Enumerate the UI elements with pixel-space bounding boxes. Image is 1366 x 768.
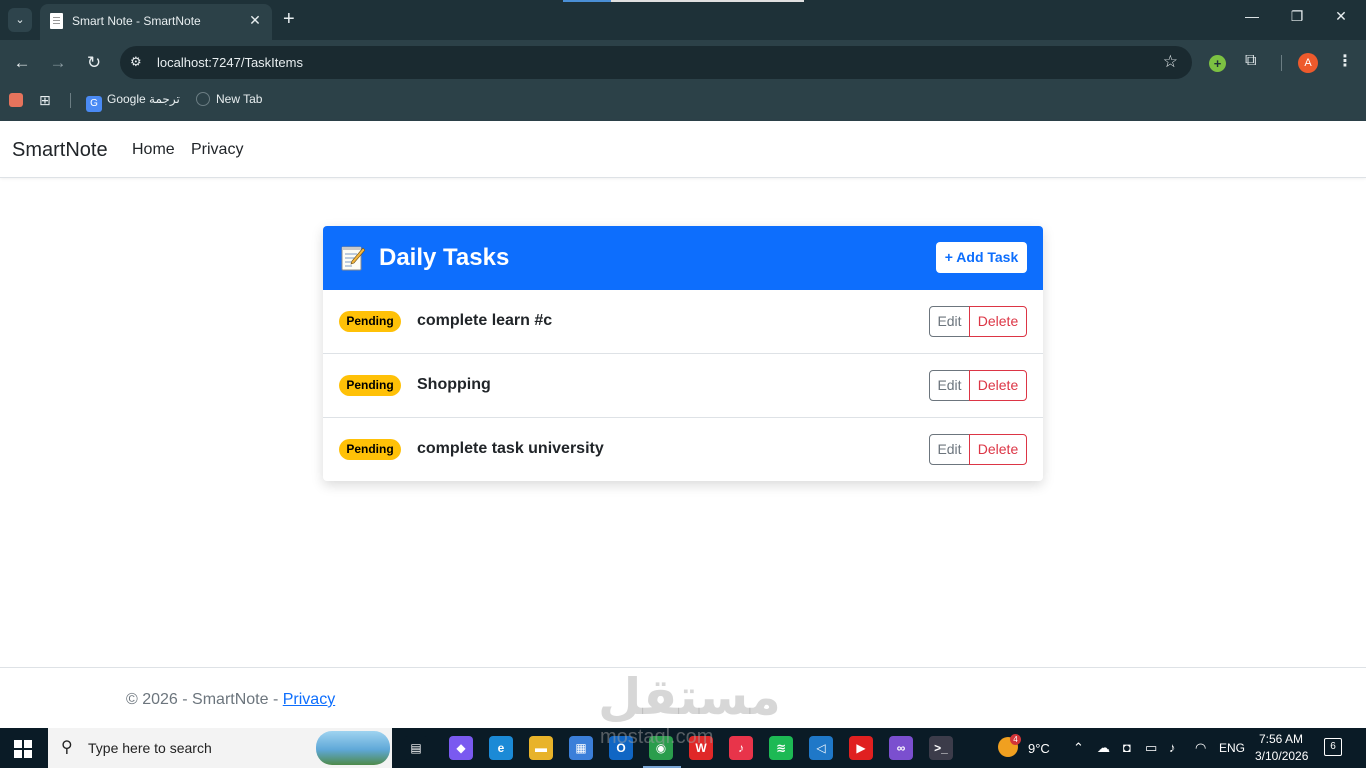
footer-privacy-link[interactable]: Privacy bbox=[283, 691, 335, 708]
forward-arrow-icon[interactable]: → bbox=[47, 52, 69, 74]
speaker-icon[interactable]: ♪ bbox=[1169, 740, 1176, 755]
restore-button[interactable]: ❐ bbox=[1282, 8, 1312, 25]
weather-temperature[interactable]: 9°C bbox=[1028, 741, 1050, 756]
taskbar-search-box[interactable]: ⚲ Type here to search bbox=[48, 728, 392, 768]
back-arrow-icon[interactable]: ← bbox=[11, 52, 33, 74]
web-page: SmartNote Home Privacy Daily Tasks + Add… bbox=[0, 121, 1366, 728]
task-row: Pending complete task university Edit De… bbox=[323, 418, 1043, 481]
status-badge: Pending bbox=[339, 375, 401, 396]
browser-tab[interactable]: Smart Note - SmartNote ✕ bbox=[40, 4, 272, 40]
edit-button[interactable]: Edit bbox=[929, 370, 970, 401]
watermark-logo: مستقل bbox=[598, 669, 781, 725]
browser-tabstrip: ⌄ Smart Note - SmartNote ✕ + — ❐ ✕ bbox=[0, 0, 1366, 40]
file-explorer-icon[interactable]: ▬ bbox=[529, 736, 553, 760]
youtube-icon[interactable]: ▶ bbox=[849, 736, 873, 760]
loading-indicator bbox=[563, 0, 611, 2]
tasks-card-title: Daily Tasks bbox=[379, 244, 510, 271]
wifi-icon[interactable]: ◠ bbox=[1195, 740, 1206, 756]
site-navbar: SmartNote Home Privacy bbox=[0, 121, 1366, 178]
clock-date[interactable]: 3/10/2026 bbox=[1255, 749, 1308, 763]
windows-start-icon[interactable] bbox=[14, 740, 32, 758]
music-icon[interactable]: ♪ bbox=[729, 736, 753, 760]
bookmarks-divider bbox=[70, 93, 71, 108]
tab-close-icon[interactable]: ✕ bbox=[246, 12, 264, 29]
task-view-icon[interactable]: ▤ bbox=[404, 736, 428, 760]
language-indicator[interactable]: ENG bbox=[1219, 741, 1245, 755]
watermark-url: mostaql.com bbox=[600, 726, 714, 748]
bookmark-star-icon[interactable]: ☆ bbox=[1163, 52, 1178, 72]
bookmark-google-translate[interactable]: G Google ترجمة bbox=[86, 92, 180, 112]
delete-button[interactable]: Delete bbox=[969, 306, 1027, 337]
edit-button[interactable]: Edit bbox=[929, 306, 970, 337]
bookmark-app-icon[interactable] bbox=[9, 93, 23, 107]
notification-center-icon[interactable]: 6 bbox=[1324, 738, 1342, 756]
spotify-icon[interactable]: ≋ bbox=[769, 736, 793, 760]
bookmarks-bar: ⊞ G Google ترجمة New Tab bbox=[0, 86, 1366, 121]
copilot-icon[interactable]: ◆ bbox=[449, 736, 473, 760]
tasks-card-header: Daily Tasks + Add Task bbox=[323, 226, 1043, 290]
footer-text: © 2026 - SmartNote - Privacy bbox=[126, 691, 335, 709]
status-badge: Pending bbox=[339, 439, 401, 460]
extensions-puzzle-icon[interactable]: ⧉ bbox=[1245, 52, 1256, 70]
weather-badge: 4 bbox=[1010, 734, 1021, 745]
task-title: complete task university bbox=[417, 440, 604, 457]
google-translate-icon: G bbox=[86, 96, 102, 112]
battery-icon[interactable]: ▭ bbox=[1145, 740, 1157, 756]
delete-button[interactable]: Delete bbox=[969, 434, 1027, 465]
delete-button[interactable]: Delete bbox=[969, 370, 1027, 401]
status-badge: Pending bbox=[339, 311, 401, 332]
tab-search-icon[interactable]: ⌄ bbox=[8, 8, 32, 32]
search-highlight-image[interactable] bbox=[316, 731, 390, 765]
url-text[interactable]: localhost:7247/TaskItems bbox=[157, 55, 303, 70]
search-icon: ⚲ bbox=[61, 739, 73, 756]
onedrive-cloud-icon[interactable]: ☁ bbox=[1097, 740, 1110, 756]
toolbar-divider bbox=[1281, 55, 1282, 71]
task-row: Pending Shopping Edit Delete bbox=[323, 354, 1043, 418]
tasks-card: Daily Tasks + Add Task Pending complete … bbox=[323, 226, 1043, 481]
terminal-icon[interactable]: >_ bbox=[929, 736, 953, 760]
vscode-icon[interactable]: ◁ bbox=[809, 736, 833, 760]
bookmark-label: New Tab bbox=[216, 92, 263, 106]
visual-studio-icon[interactable]: ∞ bbox=[889, 736, 913, 760]
minimize-button[interactable]: — bbox=[1237, 8, 1267, 24]
task-row: Pending complete learn #c Edit Delete bbox=[323, 290, 1043, 354]
bookmark-new-tab[interactable]: New Tab bbox=[196, 92, 262, 106]
task-title: complete learn #c bbox=[417, 312, 553, 329]
reload-icon[interactable]: ↻ bbox=[83, 52, 105, 74]
camera-icon[interactable]: ◘ bbox=[1123, 740, 1131, 755]
task-title: Shopping bbox=[417, 376, 491, 393]
tab-title: Smart Note - SmartNote bbox=[72, 14, 201, 28]
windows-taskbar: ⚲ Type here to search ▤ ◆ e ▬ ▦ O ◉ W ♪ ≋ ◁ ▶ ∞ >_ mo… bbox=[0, 726, 1366, 768]
browser-menu-icon[interactable]: ⋮ bbox=[1337, 51, 1353, 71]
memo-icon bbox=[341, 246, 365, 271]
page-favicon-icon bbox=[50, 13, 63, 29]
new-tab-button[interactable]: + bbox=[283, 8, 295, 30]
chevron-up-icon[interactable]: ⌃ bbox=[1073, 740, 1084, 756]
site-info-icon[interactable]: ⚙ bbox=[130, 54, 142, 70]
nav-link-privacy[interactable]: Privacy bbox=[191, 141, 243, 159]
extension-green-icon[interactable]: + bbox=[1209, 55, 1226, 72]
browser-toolbar: ← → ↻ ⚙ localhost:7247/TaskItems ☆ + ⧉ A… bbox=[0, 40, 1366, 86]
edge-icon[interactable]: e bbox=[489, 736, 513, 760]
bookmark-label: Google ترجمة bbox=[107, 92, 180, 106]
clock-time[interactable]: 7:56 AM bbox=[1259, 732, 1303, 746]
globe-icon bbox=[196, 92, 210, 106]
taskbar-search-placeholder: Type here to search bbox=[88, 740, 212, 756]
window-close-button[interactable]: ✕ bbox=[1326, 8, 1356, 25]
store-icon[interactable]: ▦ bbox=[569, 736, 593, 760]
apps-grid-icon[interactable]: ⊞ bbox=[39, 92, 51, 109]
site-brand[interactable]: SmartNote bbox=[12, 139, 108, 162]
edit-button[interactable]: Edit bbox=[929, 434, 970, 465]
add-task-button[interactable]: + Add Task bbox=[936, 242, 1027, 273]
nav-link-home[interactable]: Home bbox=[132, 141, 175, 159]
loading-track bbox=[611, 0, 804, 2]
copyright-text: © 2026 - SmartNote - bbox=[126, 691, 283, 708]
profile-avatar[interactable]: A bbox=[1298, 53, 1318, 73]
address-bar[interactable]: ⚙ localhost:7247/TaskItems ☆ bbox=[120, 46, 1192, 79]
